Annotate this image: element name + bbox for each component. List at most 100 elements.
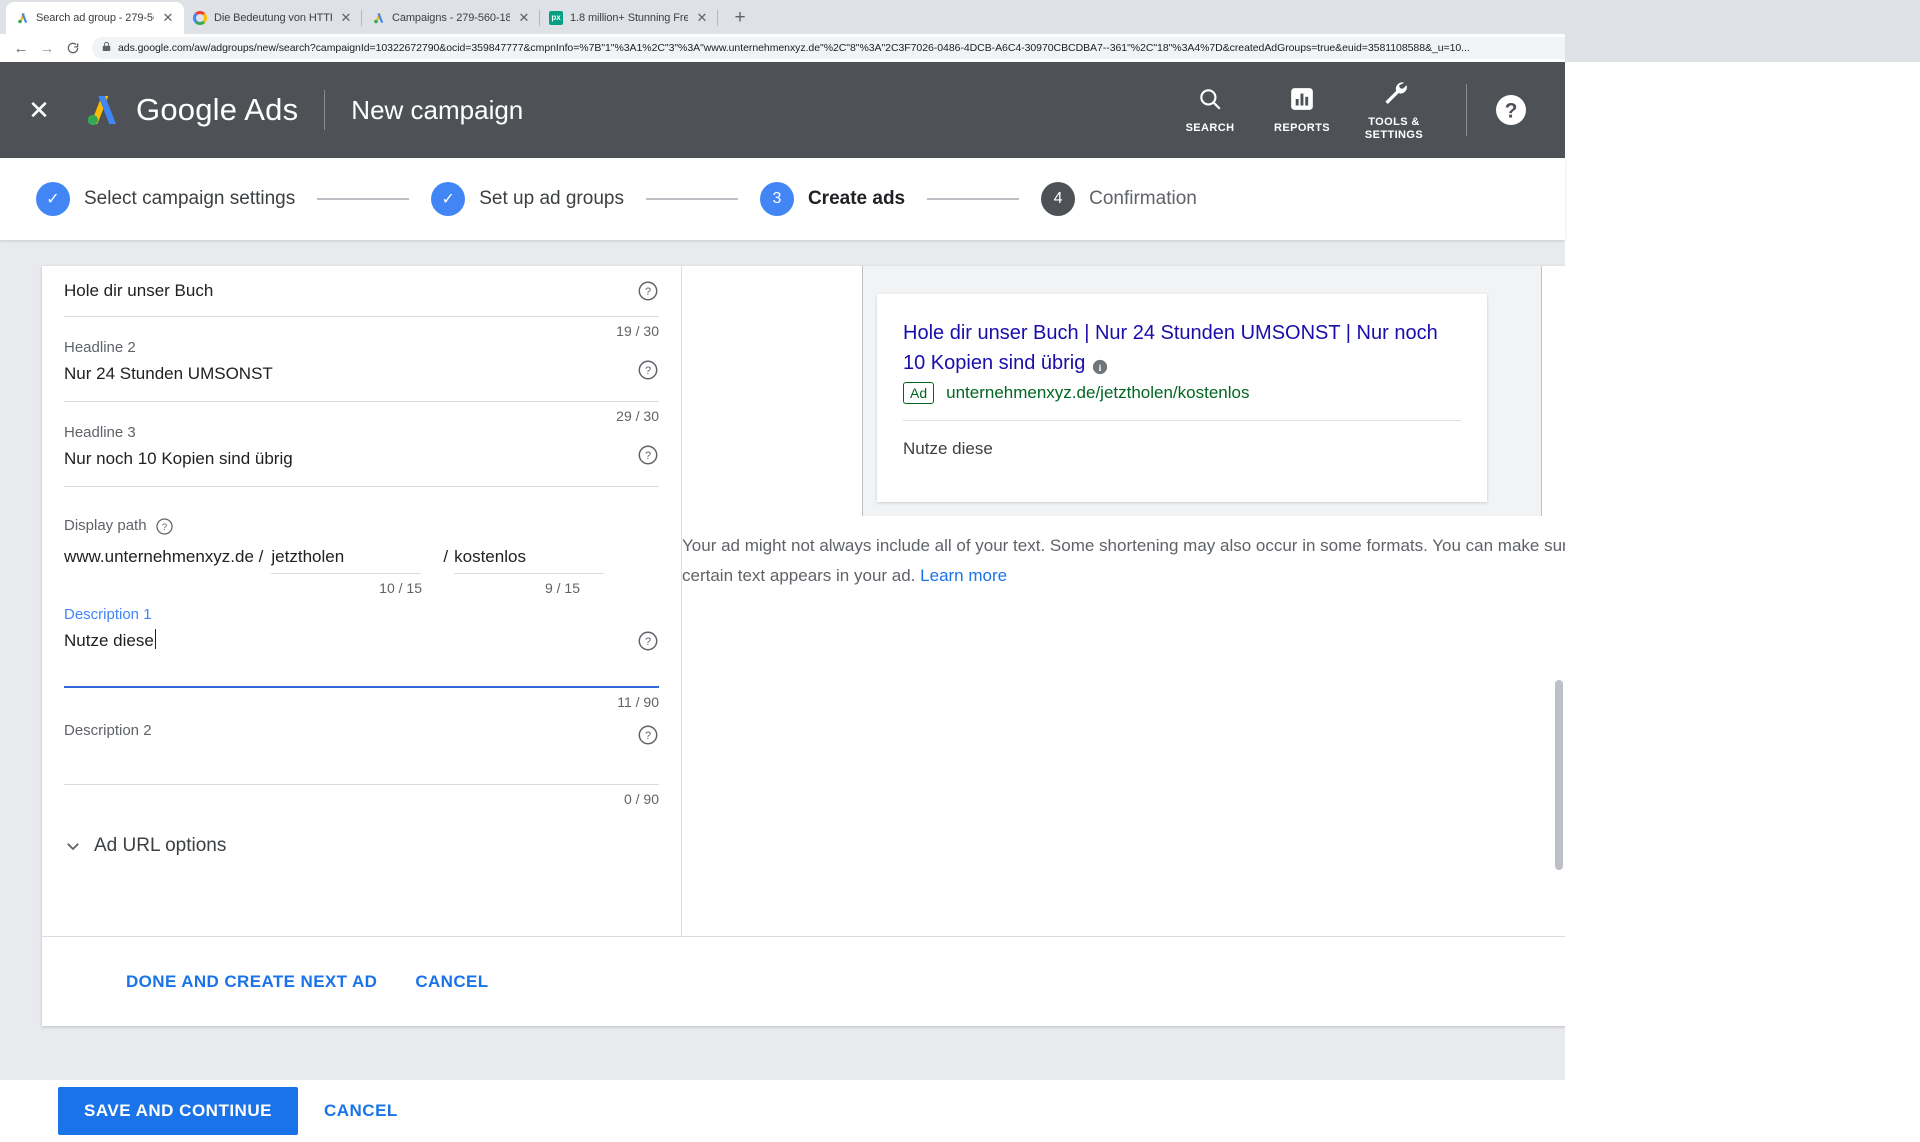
ad-preview-pane: Hole dir unser Buch | Nur 24 Stunden UMS… (682, 266, 1565, 936)
display-path-label: Display path (64, 517, 147, 534)
header-actions: SEARCH REPORTS TOOLS & SETTINGS ? (1164, 79, 1565, 142)
ad-form: Hole dir unser Buch ? 19 / 30 Headline 2… (42, 266, 682, 936)
display-path-segment-1-counter: 10 / 15 (379, 580, 422, 596)
search-button[interactable]: SEARCH (1164, 86, 1256, 135)
headline-3-value[interactable]: Nur noch 10 Kopien sind übrig (64, 444, 623, 474)
reports-icon (1289, 86, 1315, 117)
browser-tab-title: Campaigns - 279-560-1893 - (392, 12, 510, 24)
headline-3-label: Headline 3 (64, 424, 136, 441)
help-button[interactable]: ? (1493, 92, 1529, 128)
header-divider-2 (1466, 84, 1467, 136)
ad-url-options-label: Ad URL options (94, 835, 227, 856)
help-icon[interactable]: ? (637, 280, 659, 302)
stepper-step-2[interactable]: ✓ Set up ad groups (431, 182, 624, 216)
main-scrollbar[interactable] (1555, 680, 1563, 870)
close-icon[interactable]: ✕ (516, 10, 532, 26)
info-icon[interactable]: i (1091, 355, 1109, 374)
description-1-counter: 11 / 90 (617, 694, 659, 710)
search-label: SEARCH (1185, 121, 1235, 134)
svg-text:?: ? (1505, 100, 1518, 123)
browser-tab-4[interactable]: px 1.8 million+ Stunning Free Ima ✕ (540, 2, 718, 34)
description-1-value[interactable]: Nutze diese (64, 626, 623, 656)
reload-icon[interactable] (60, 35, 86, 61)
stepper-step-label: Confirmation (1089, 188, 1197, 209)
tools-settings-label: TOOLS & SETTINGS (1364, 115, 1424, 141)
display-path-segment-1[interactable]: jetztholen (271, 543, 422, 574)
address-bar-url: ads.google.com/aw/adgroups/new/search?ca… (118, 42, 1470, 54)
browser-chrome-filler (1565, 0, 1920, 62)
help-icon[interactable]: ? (637, 444, 659, 466)
headline-2-value[interactable]: Nur 24 Stunden UMSONST (64, 359, 623, 389)
display-path-segment-2[interactable]: kostenlos (454, 543, 605, 574)
help-icon[interactable]: ? (155, 517, 174, 536)
display-path-segment-1-value[interactable]: jetztholen (271, 547, 344, 566)
forward-icon[interactable]: → (34, 35, 60, 61)
description-1-label: Description 1 (64, 606, 152, 623)
google-ads-icon (370, 10, 386, 26)
browser-tab-2[interactable]: Die Bedeutung von HTTPS - G ✕ (184, 2, 362, 34)
headline-1-field[interactable]: Hole dir unser Buch ? 19 / 30 (64, 266, 659, 341)
stepper-connector (317, 198, 410, 200)
bottom-cancel-button[interactable]: CANCEL (324, 1101, 398, 1121)
headline-1-value[interactable]: Hole dir unser Buch (64, 276, 623, 306)
save-and-continue-button[interactable]: SAVE AND CONTINUE (58, 1087, 298, 1135)
create-ads-card: Hole dir unser Buch ? 19 / 30 Headline 2… (42, 266, 1565, 1026)
display-path-field: Display path ? www.unternehmenxyz.de / j… (64, 515, 659, 598)
field-underline (271, 573, 422, 574)
learn-more-link[interactable]: Learn more (920, 566, 1007, 585)
browser-tab-1[interactable]: Search ad group - 279-560-18 ✕ (6, 2, 184, 34)
ad-preview-card: Hole dir unser Buch | Nur 24 Stunden UMS… (877, 294, 1487, 502)
svg-text:?: ? (645, 636, 651, 648)
check-icon: ✓ (431, 182, 466, 216)
page-right-gap (1565, 62, 1920, 1080)
close-icon[interactable]: ✕ (160, 10, 176, 26)
done-and-create-next-ad-button[interactable]: DONE AND CREATE NEXT AD (126, 972, 377, 992)
preview-url: unternehmenxyz.de/jetztholen/kostenlos (946, 383, 1250, 402)
field-underline (454, 573, 605, 574)
stepper-step-4[interactable]: 4 Confirmation (1041, 182, 1197, 216)
description-2-value[interactable] (64, 742, 623, 772)
headline-2-label: Headline 2 (64, 339, 136, 356)
description-2-field[interactable]: Description 2 ? 0 / 90 (64, 720, 659, 809)
back-icon[interactable]: ← (8, 35, 34, 61)
description-1-field[interactable]: Description 1 Nutze diese ? 11 / 90 (64, 604, 659, 712)
text-caret (154, 629, 156, 649)
stepper-connector (927, 198, 1020, 200)
tools-settings-button[interactable]: TOOLS & SETTINGS (1348, 79, 1440, 142)
browser-tab-3[interactable]: Campaigns - 279-560-1893 - ✕ (362, 2, 540, 34)
help-icon[interactable]: ? (637, 724, 659, 746)
step-number-badge: 3 (759, 182, 794, 216)
brand-name: Google Ads (136, 92, 299, 127)
google-ads-icon (14, 10, 30, 26)
svg-text:?: ? (161, 522, 166, 533)
help-icon[interactable]: ? (637, 630, 659, 652)
browser-tab-title: Die Bedeutung von HTTPS - G (214, 12, 332, 24)
close-icon[interactable]: ✕ (694, 10, 710, 26)
campaign-stepper: ✓ Select campaign settings ✓ Set up ad g… (0, 158, 1565, 240)
headline-3-field[interactable]: Headline 3 Nur noch 10 Kopien sind übrig… (64, 422, 659, 511)
close-icon[interactable]: ✕ (338, 10, 354, 26)
main-content: Hole dir unser Buch ? 19 / 30 Headline 2… (0, 240, 1565, 1080)
reports-button[interactable]: REPORTS (1256, 86, 1348, 135)
help-icon[interactable]: ? (637, 359, 659, 381)
svg-text:i: i (1099, 362, 1102, 373)
page-title: New campaign (351, 94, 524, 125)
new-tab-button[interactable]: + (726, 4, 754, 32)
display-path-segment-2-value[interactable]: kostenlos (454, 547, 526, 566)
close-icon[interactable]: ✕ (24, 95, 54, 125)
lock-icon (102, 39, 111, 57)
preview-headline-text: Hole dir unser Buch | Nur 24 Stunden UMS… (903, 322, 1438, 374)
ad-url-options-toggle[interactable]: Ad URL options (64, 835, 659, 857)
ad-badge: Ad (903, 382, 935, 404)
chevron-down-icon (64, 837, 82, 855)
svg-text:?: ? (645, 450, 651, 462)
description-2-counter: 0 / 90 (623, 791, 659, 807)
stepper-step-3[interactable]: 3 Create ads (759, 182, 905, 216)
app-header: ✕ Google Ads New campaign SEARCH REPORTS… (0, 62, 1565, 158)
preview-note: Your ad might not always include all of … (682, 531, 1565, 591)
headline-2-field[interactable]: Headline 2 Nur 24 Stunden UMSONST ? 29 /… (64, 337, 659, 426)
card-cancel-button[interactable]: CANCEL (415, 972, 488, 992)
stepper-step-1[interactable]: ✓ Select campaign settings (36, 182, 295, 216)
browser-tab-title: Search ad group - 279-560-18 (36, 12, 154, 24)
svg-text:?: ? (645, 286, 651, 298)
